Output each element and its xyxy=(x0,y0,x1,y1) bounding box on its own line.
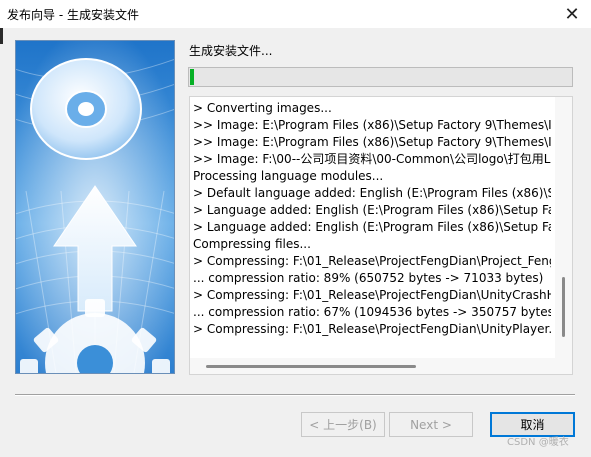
log-lines: > Converting images... >> Image: E:\Progr… xyxy=(193,100,551,338)
progress-fill xyxy=(190,69,194,85)
log-line: > Default language added: English (E:\Pr… xyxy=(193,186,551,200)
close-icon: ✕ xyxy=(564,3,580,25)
window-title: 发布向导 - 生成安装文件 xyxy=(7,8,139,22)
log-line: >> Image: E:\Program Files (x86)\Setup F… xyxy=(193,118,551,132)
next-button[interactable]: Next > xyxy=(389,412,473,437)
log-line: >> Image: F:\00--公司项目资料\00-Common\公司logo… xyxy=(193,152,551,166)
log-line: ... compression ratio: 89% (650752 bytes… xyxy=(193,271,544,285)
log-line: Compressing files... xyxy=(193,237,311,251)
progress-bar xyxy=(188,67,573,87)
close-button[interactable]: ✕ xyxy=(555,2,589,26)
log-vertical-scrollbar[interactable] xyxy=(555,97,572,359)
log-line: > Language added: English (E:\Program Fi… xyxy=(193,220,551,234)
wizard-side-image xyxy=(15,40,175,374)
horizontal-scroll-thumb[interactable] xyxy=(206,365,416,368)
log-line: >> Image: E:\Program Files (x86)\Setup F… xyxy=(193,135,551,149)
install-artwork xyxy=(16,41,174,373)
build-log[interactable]: > Converting images... >> Image: E:\Progr… xyxy=(189,96,573,375)
watermark: CSDN @暖衣 xyxy=(507,437,569,448)
log-line: > Language added: English (E:\Program Fi… xyxy=(193,203,551,217)
log-horizontal-scrollbar[interactable] xyxy=(190,358,572,374)
log-line: > Compressing: F:\01_Release\ProjectFeng… xyxy=(193,254,551,268)
log-line: ... compression ratio: 67% (1094536 byte… xyxy=(193,305,551,319)
button-separator xyxy=(15,394,575,396)
log-line: > Compressing: F:\01_Release\ProjectFeng… xyxy=(193,322,551,336)
title-bar: 发布向导 - 生成安装文件 ✕ xyxy=(0,0,591,28)
log-line: > Compressing: F:\01_Release\ProjectFeng… xyxy=(193,288,551,302)
vertical-scroll-thumb[interactable] xyxy=(562,277,565,337)
step-heading: 生成安装文件... xyxy=(189,44,273,58)
cd-disc xyxy=(30,58,142,160)
window-edge-mark xyxy=(0,28,3,44)
back-button[interactable]: < 上一步(B) xyxy=(301,412,385,437)
log-line: Processing language modules... xyxy=(193,169,384,183)
log-line: > Converting images... xyxy=(193,101,332,115)
